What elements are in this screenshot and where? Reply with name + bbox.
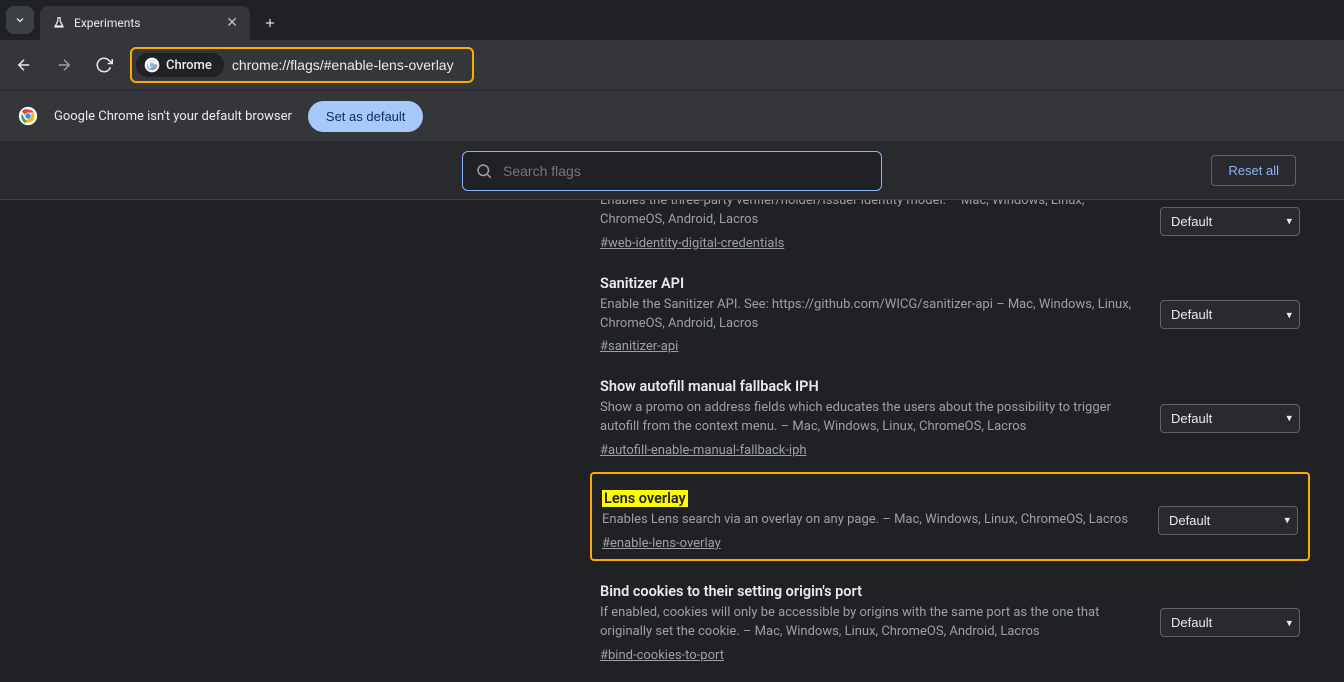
flag-text: Enables the three-party verifier/holder/… (590, 200, 1144, 251)
flag-state-select[interactable]: DefaultEnabledDisabled (1158, 506, 1298, 535)
tab-strip: Experiments ✕ (0, 0, 1344, 40)
flag-anchor-link[interactable]: #autofill-enable-manual-fallback-iph (600, 443, 807, 458)
arrow-left-icon (15, 56, 33, 74)
flag-anchor-link[interactable]: #sanitizer-api (600, 339, 678, 354)
flags-header: Reset all (0, 142, 1344, 200)
flag-select-wrap: DefaultEnabledDisabled (1158, 490, 1308, 551)
flag-description: Enables the three-party verifier/holder/… (600, 200, 1138, 230)
chrome-logo-icon (18, 106, 38, 126)
back-button[interactable] (10, 51, 38, 79)
new-tab-button[interactable] (256, 9, 284, 37)
flag-title: Bind cookies to their setting origin's p… (600, 583, 1138, 600)
chrome-origin-chip[interactable]: Chrome (136, 53, 224, 77)
chrome-chip-label: Chrome (166, 58, 212, 73)
flag-state-select[interactable]: DefaultEnabledDisabled (1160, 207, 1300, 236)
reload-button[interactable] (90, 51, 118, 79)
flag-description: If enabled, cookies will only be accessi… (600, 604, 1138, 642)
infobar-message: Google Chrome isn't your default browser (54, 109, 292, 124)
set-default-button[interactable]: Set as default (308, 101, 424, 132)
search-icon (475, 162, 493, 180)
flag-description: Enable the Sanitizer API. See: https://g… (600, 296, 1138, 334)
address-bar-input[interactable] (232, 57, 462, 73)
flag-title: Lens overlay (602, 490, 1136, 507)
reload-icon (95, 56, 113, 74)
flag-state-select[interactable]: DefaultEnabledDisabled (1160, 404, 1300, 433)
arrow-right-icon (55, 56, 73, 74)
reset-all-button[interactable]: Reset all (1211, 155, 1296, 186)
flag-row: Bind cookies to their setting origin's p… (590, 567, 1310, 671)
flag-item: Enables the three-party verifier/holder/… (590, 200, 1310, 259)
close-tab-button[interactable]: ✕ (226, 15, 238, 31)
flag-state-select[interactable]: DefaultEnabledDisabled (1160, 300, 1300, 329)
flag-row: Show autofill manual fallback IPH Show a … (590, 362, 1310, 466)
flag-text: Sanitizer API Enable the Sanitizer API. S… (590, 275, 1144, 355)
flag-item: Sanitizer API Enable the Sanitizer API. S… (590, 259, 1310, 363)
browser-tab[interactable]: Experiments ✕ (40, 6, 250, 40)
tab-search-button[interactable] (6, 6, 34, 34)
flag-select-wrap: DefaultEnabledDisabled (1160, 583, 1310, 663)
flag-anchor-link[interactable]: #web-identity-digital-credentials (600, 236, 784, 251)
plus-icon (263, 16, 277, 30)
flag-item-highlighted: Lens overlay Enables Lens search via an o… (590, 472, 1310, 561)
flag-text: Show autofill manual fallback IPH Show a … (590, 378, 1144, 458)
flag-select-wrap: DefaultEnabledDisabled (1160, 378, 1310, 458)
flag-state-select[interactable]: DefaultEnabledDisabled (1160, 608, 1300, 637)
flag-item: Bind cookies to their setting origin's p… (590, 567, 1310, 671)
flag-anchor-link[interactable]: #enable-lens-overlay (602, 536, 721, 551)
forward-button[interactable] (50, 51, 78, 79)
search-flags-input[interactable] (503, 163, 869, 179)
flag-title-highlight: Lens overlay (602, 490, 688, 507)
flag-select-wrap: DefaultEnabledDisabled (1160, 275, 1310, 355)
flag-row: Lens overlay Enables Lens search via an o… (592, 474, 1308, 559)
flag-anchor-link[interactable]: #bind-cookies-to-port (600, 648, 724, 663)
chrome-logo-icon (144, 57, 160, 73)
flag-text: Bind cookies to their setting origin's p… (590, 583, 1144, 663)
default-browser-infobar: Google Chrome isn't your default browser… (0, 90, 1344, 142)
flag-title: Sanitizer API (600, 275, 1138, 292)
chevron-down-icon (14, 14, 26, 26)
flag-row: Enables the three-party verifier/holder/… (590, 200, 1310, 259)
flags-content: Enables the three-party verifier/holder/… (0, 200, 1344, 682)
flag-select-wrap: DefaultEnabledDisabled (1160, 200, 1310, 251)
flag-row: Sanitizer API Enable the Sanitizer API. S… (590, 259, 1310, 363)
search-flags-box[interactable] (462, 151, 882, 191)
flag-text: Lens overlay Enables Lens search via an o… (592, 490, 1142, 551)
flag-title: Show autofill manual fallback IPH (600, 378, 1138, 395)
flag-description: Enables Lens search via an overlay on an… (602, 511, 1136, 530)
tab-title: Experiments (74, 16, 141, 30)
flag-item: Show autofill manual fallback IPH Show a … (590, 362, 1310, 466)
flag-description: Show a promo on address fields which edu… (600, 399, 1138, 437)
flask-icon (52, 16, 66, 30)
browser-toolbar: Chrome (0, 40, 1344, 90)
address-bar-highlight: Chrome (130, 47, 474, 83)
